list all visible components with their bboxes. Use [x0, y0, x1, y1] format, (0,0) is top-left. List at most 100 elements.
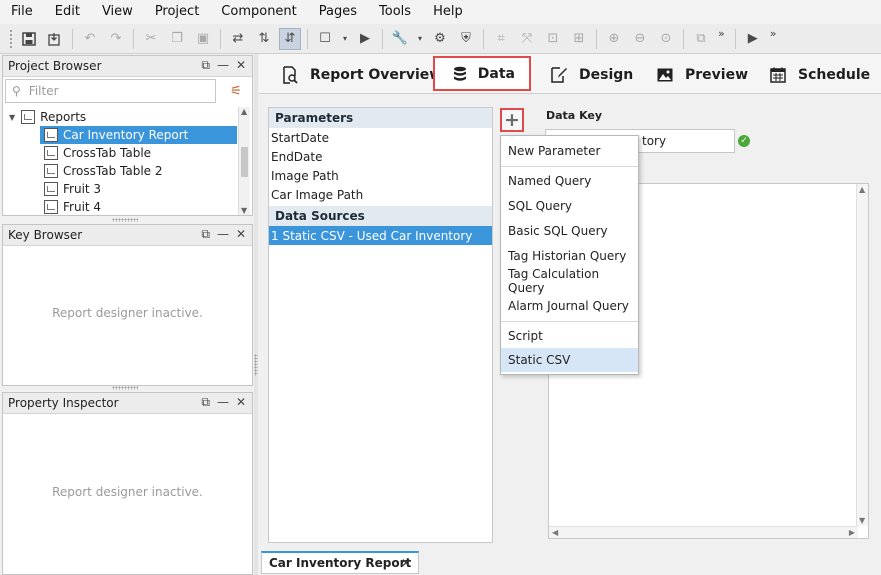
redo-icon[interactable]: ↷	[105, 28, 127, 50]
report-tabs: Report Overview Data Design Preview Sche…	[259, 54, 881, 94]
close-icon[interactable]: ✕	[401, 556, 411, 570]
parameter-item[interactable]: EndDate	[269, 147, 492, 166]
project-tree: ▼ Reports Car Inventory Report CrossTab …	[5, 107, 250, 215]
menu-item-static-csv[interactable]: Static CSV	[501, 348, 638, 372]
menu-item-alarm-journal-query[interactable]: Alarm Journal Query	[501, 294, 638, 318]
cut-icon[interactable]: ✂	[140, 28, 162, 50]
toolbar-grip[interactable]	[9, 28, 13, 49]
add-data-source-button[interactable]: +	[500, 108, 524, 132]
parameter-item[interactable]: Car Image Path	[269, 185, 492, 204]
menu-item-tag-historian-query[interactable]: Tag Historian Query	[501, 244, 638, 268]
menu-edit[interactable]: Edit	[44, 0, 91, 24]
save-all-icon[interactable]	[44, 28, 66, 50]
scroll-up-icon[interactable]: ▲	[241, 107, 247, 116]
swap-icon[interactable]: ⇄	[227, 28, 249, 50]
tab-data[interactable]: Data	[433, 56, 531, 91]
float-icon[interactable]: ⧉	[201, 395, 210, 410]
filter-input[interactable]: ⚲ Filter	[5, 79, 216, 103]
menu-view[interactable]: View	[91, 0, 144, 24]
tree-item-crosstab-table[interactable]: CrossTab Table	[44, 144, 151, 162]
tab-report-overview[interactable]: Report Overview	[280, 58, 442, 91]
close-icon[interactable]: ✕	[236, 395, 246, 410]
menu-item-script[interactable]: Script	[501, 324, 638, 348]
size-icon[interactable]: ⊡	[542, 28, 564, 50]
chevron-down-icon[interactable]: ▾	[340, 28, 350, 50]
scroll-up-icon[interactable]: ▲	[859, 185, 865, 194]
menu-project[interactable]: Project	[144, 0, 210, 24]
align-icon[interactable]: ⌗	[490, 28, 512, 50]
group-icon[interactable]: ⧉	[690, 28, 712, 50]
menu-help[interactable]: Help	[422, 0, 474, 24]
tab-design[interactable]: Design	[549, 58, 633, 91]
tab-schedule[interactable]: Schedule	[768, 58, 870, 91]
report-icon	[44, 146, 58, 160]
layout-icon[interactable]: ⊞	[568, 28, 590, 50]
zoom-in-icon[interactable]: ⊕	[603, 28, 625, 50]
menu-item-named-query[interactable]: Named Query	[501, 169, 638, 193]
undo-icon[interactable]: ↶	[79, 28, 101, 50]
horizontal-scrollbar[interactable]: ◀ ▶	[549, 526, 858, 538]
tab-preview[interactable]: Preview	[655, 58, 748, 91]
minimize-icon[interactable]: —	[217, 395, 229, 410]
menu-item-basic-sql-query[interactable]: Basic SQL Query	[501, 219, 638, 243]
chevron-down-icon[interactable]: ▾	[415, 28, 425, 50]
float-icon[interactable]: ⧉	[201, 227, 210, 242]
scroll-left-icon[interactable]: ◀	[552, 528, 558, 537]
filter-settings-icon[interactable]: ⚟	[225, 80, 247, 102]
toolbar-separator	[307, 28, 308, 49]
menu-item-tag-calculation-query[interactable]: Tag Calculation Query	[501, 267, 638, 295]
close-icon[interactable]: ✕	[236, 58, 246, 73]
menu-file[interactable]: File	[0, 0, 44, 24]
panel-title: Key Browser ⧉ — ✕	[3, 225, 252, 246]
toolbar-overflow-icon[interactable]: »	[770, 27, 777, 40]
parameter-item[interactable]: StartDate	[269, 128, 492, 147]
menu-item-new-parameter[interactable]: New Parameter	[501, 139, 638, 163]
scroll-right-icon[interactable]: ▶	[849, 528, 855, 537]
tree-item-car-inventory-report[interactable]: Car Inventory Report	[40, 126, 237, 144]
save-icon[interactable]	[18, 28, 40, 50]
paste-icon[interactable]: ▣	[192, 28, 214, 50]
zoom-out-icon[interactable]: ⊖	[629, 28, 651, 50]
data-source-item[interactable]: 1 Static CSV - Used Car Inventory	[269, 226, 492, 245]
flip-icon[interactable]: ⇅	[253, 28, 275, 50]
menu-pages[interactable]: Pages	[308, 0, 368, 24]
close-icon[interactable]: ✕	[236, 227, 246, 242]
parameter-item[interactable]: Image Path	[269, 166, 492, 185]
vertical-scrollbar[interactable]: ▲ ▼	[856, 184, 868, 526]
scroll-thumb[interactable]	[241, 147, 248, 177]
window-icon[interactable]: ☐	[314, 28, 336, 50]
tree-scrollbar[interactable]: ▲ ▼	[238, 107, 250, 215]
menu-item-sql-query[interactable]: SQL Query	[501, 194, 638, 218]
copy-icon[interactable]: ❐	[166, 28, 188, 50]
toggle-mode-icon[interactable]: ⇵	[279, 27, 301, 50]
resize-grip[interactable]	[112, 386, 138, 390]
zoom-reset-icon[interactable]: ⊙	[655, 28, 677, 50]
scroll-down-icon[interactable]: ▼	[241, 206, 247, 215]
menu-component[interactable]: Component	[210, 0, 307, 24]
minimize-icon[interactable]: —	[217, 58, 229, 73]
distribute-icon[interactable]: ⤧	[516, 28, 538, 50]
expand-icon[interactable]: ▼	[9, 113, 15, 122]
panel-title: Property Inspector ⧉ — ✕	[3, 393, 252, 414]
play-icon[interactable]: ▶	[354, 28, 376, 50]
property-inspector-panel: Property Inspector ⧉ — ✕ Report designer i…	[2, 392, 253, 575]
shield-icon[interactable]: ⛨	[455, 28, 477, 50]
scroll-down-icon[interactable]: ▼	[859, 516, 865, 525]
tree-node-reports[interactable]: ▼ Reports	[9, 108, 86, 126]
resize-grip[interactable]	[112, 218, 138, 222]
document-tab[interactable]: Car Inventory Report ✕	[261, 551, 419, 574]
database-icon	[453, 65, 468, 83]
parameters-header: Parameters	[269, 108, 492, 128]
float-icon[interactable]: ⧉	[201, 58, 210, 73]
tree-item-crosstab-table-2[interactable]: CrossTab Table 2	[44, 162, 163, 180]
toolbar-separator	[483, 28, 484, 49]
play-icon[interactable]: ▶	[742, 28, 764, 50]
component-gear-icon[interactable]: ⚙	[429, 28, 451, 50]
minimize-icon[interactable]: —	[217, 227, 229, 242]
toolbar-overflow-icon[interactable]: »	[718, 27, 725, 40]
tree-item-fruit-4[interactable]: Fruit 4	[44, 198, 101, 215]
menu-tools[interactable]: Tools	[368, 0, 422, 24]
panel-splitter[interactable]	[254, 54, 258, 575]
tree-item-fruit-3[interactable]: Fruit 3	[44, 180, 101, 198]
wrench-icon[interactable]: 🔧	[389, 28, 411, 50]
